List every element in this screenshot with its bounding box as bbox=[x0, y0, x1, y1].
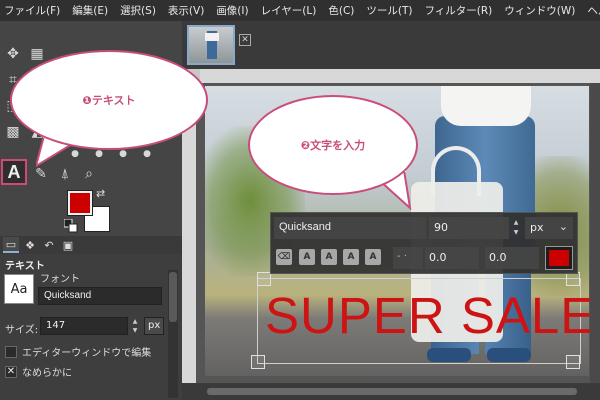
gradient-tool-icon[interactable]: ▩ bbox=[2, 121, 24, 143]
tool-options-title: テキスト bbox=[5, 261, 45, 272]
photo-shirt bbox=[441, 86, 531, 126]
font-label: フォント bbox=[40, 274, 80, 285]
tool-row: ✥ ▦ bbox=[2, 43, 48, 65]
callout-label: ❷文字を入力 bbox=[300, 139, 366, 152]
resize-handle[interactable] bbox=[257, 272, 271, 286]
antialias-checkbox-row[interactable]: ✕ なめらかに bbox=[5, 364, 72, 379]
strikethrough-button-icon[interactable]: A bbox=[365, 249, 381, 265]
baseline-icon: - · bbox=[393, 247, 423, 269]
images-tab-icon[interactable]: ▣ bbox=[60, 237, 76, 253]
tool-options-scrollbar[interactable] bbox=[168, 270, 178, 398]
menu-help[interactable]: ヘルプ(H) bbox=[587, 3, 600, 18]
antialias-checkbox-label: なめらかに bbox=[22, 368, 72, 379]
menu-select[interactable]: 選択(S) bbox=[120, 3, 156, 18]
dock-tab-bar: ▭ ❖ ↶ ▣ bbox=[0, 236, 182, 254]
resize-handle[interactable] bbox=[566, 355, 580, 369]
otb-unit-select[interactable]: px ⌄ bbox=[525, 217, 573, 239]
menu-layer[interactable]: レイヤー(L) bbox=[261, 3, 317, 18]
otb-text-color-button[interactable] bbox=[545, 246, 573, 270]
italic-button-icon[interactable]: A bbox=[321, 249, 337, 265]
callout-bubble-enter-text: ❷文字を入力 bbox=[248, 95, 418, 195]
reset-colors-icon[interactable] bbox=[64, 219, 78, 233]
menu-file[interactable]: ファイル(F) bbox=[4, 3, 60, 18]
font-input[interactable]: Quicksand bbox=[38, 287, 162, 305]
move-tool-icon[interactable]: ✥ bbox=[2, 43, 24, 65]
image-tab-strip: ✕ bbox=[182, 21, 600, 69]
callout-label: ❶テキスト bbox=[82, 94, 136, 107]
resize-handle[interactable] bbox=[566, 272, 580, 286]
chevron-down-icon: ⌄ bbox=[558, 220, 568, 233]
close-icon[interactable]: ✕ bbox=[239, 34, 251, 46]
otb-size-spin-buttons[interactable]: ▲ ▼ bbox=[511, 218, 521, 238]
size-label: サイズ: bbox=[5, 325, 39, 336]
horizontal-ruler bbox=[200, 69, 600, 83]
editor-checkbox-label: エディターウィンドウで編集 bbox=[22, 348, 152, 359]
swap-colors-icon[interactable]: ⇄ bbox=[96, 187, 105, 200]
vertical-scrollbar[interactable] bbox=[590, 83, 600, 383]
image-thumbnail-tab[interactable] bbox=[187, 25, 235, 65]
tool-options-tab-icon[interactable]: ▭ bbox=[3, 237, 19, 253]
text-tool-icon[interactable]: A bbox=[1, 159, 27, 185]
underline-button-icon[interactable]: A bbox=[343, 249, 359, 265]
size-unit-select[interactable]: px bbox=[144, 317, 164, 335]
baseline-input[interactable]: 0.0 bbox=[425, 247, 479, 269]
otb-size-input[interactable]: 90 bbox=[429, 217, 509, 239]
kerning-input[interactable]: 0.0 bbox=[485, 247, 539, 269]
tool-options-panel: テキスト Aa フォント Quicksand サイズ: 147 ▲ ▼ px エデ… bbox=[0, 254, 182, 400]
device-status-tab-icon[interactable]: ❖ bbox=[22, 237, 38, 253]
size-spin-buttons[interactable]: ▲ ▼ bbox=[129, 317, 141, 335]
menu-image[interactable]: 画像(I) bbox=[216, 3, 248, 18]
on-canvas-text-toolbar: Quicksand 90 ▲ ▼ px ⌄ ⌫ A A A A - · 0.0 0… bbox=[270, 212, 578, 274]
menu-tools[interactable]: ツール(T) bbox=[366, 3, 412, 18]
otb-font-input[interactable]: Quicksand bbox=[274, 217, 426, 239]
clear-style-icon[interactable]: ⌫ bbox=[276, 249, 292, 265]
otb-unit-value: px bbox=[530, 221, 544, 234]
antialias-checkbox[interactable]: ✕ bbox=[5, 365, 17, 378]
callout-bubble-text-tool: ❶テキスト bbox=[10, 50, 208, 150]
undo-history-tab-icon[interactable]: ↶ bbox=[41, 237, 57, 253]
foreground-color-swatch[interactable] bbox=[67, 190, 93, 216]
menu-colors[interactable]: 色(C) bbox=[328, 3, 354, 18]
menu-bar: ファイル(F) 編集(E) 選択(S) 表示(V) 画像(I) レイヤー(L) … bbox=[0, 0, 600, 21]
menu-edit[interactable]: 編集(E) bbox=[72, 3, 108, 18]
size-input[interactable]: 147 bbox=[40, 317, 128, 335]
canvas-text-layer[interactable]: SUPER SALE bbox=[265, 286, 595, 345]
horizontal-scrollbar[interactable] bbox=[182, 384, 600, 400]
bold-button-icon[interactable]: A bbox=[299, 249, 315, 265]
menu-view[interactable]: 表示(V) bbox=[168, 3, 204, 18]
font-preview-button[interactable]: Aa bbox=[4, 274, 34, 304]
resize-handle[interactable] bbox=[251, 355, 265, 369]
editor-checkbox-row[interactable]: エディターウィンドウで編集 bbox=[5, 344, 151, 359]
editor-checkbox[interactable] bbox=[5, 345, 17, 358]
menu-windows[interactable]: ウィンドウ(W) bbox=[504, 3, 575, 18]
menu-filters[interactable]: フィルター(R) bbox=[424, 3, 492, 18]
